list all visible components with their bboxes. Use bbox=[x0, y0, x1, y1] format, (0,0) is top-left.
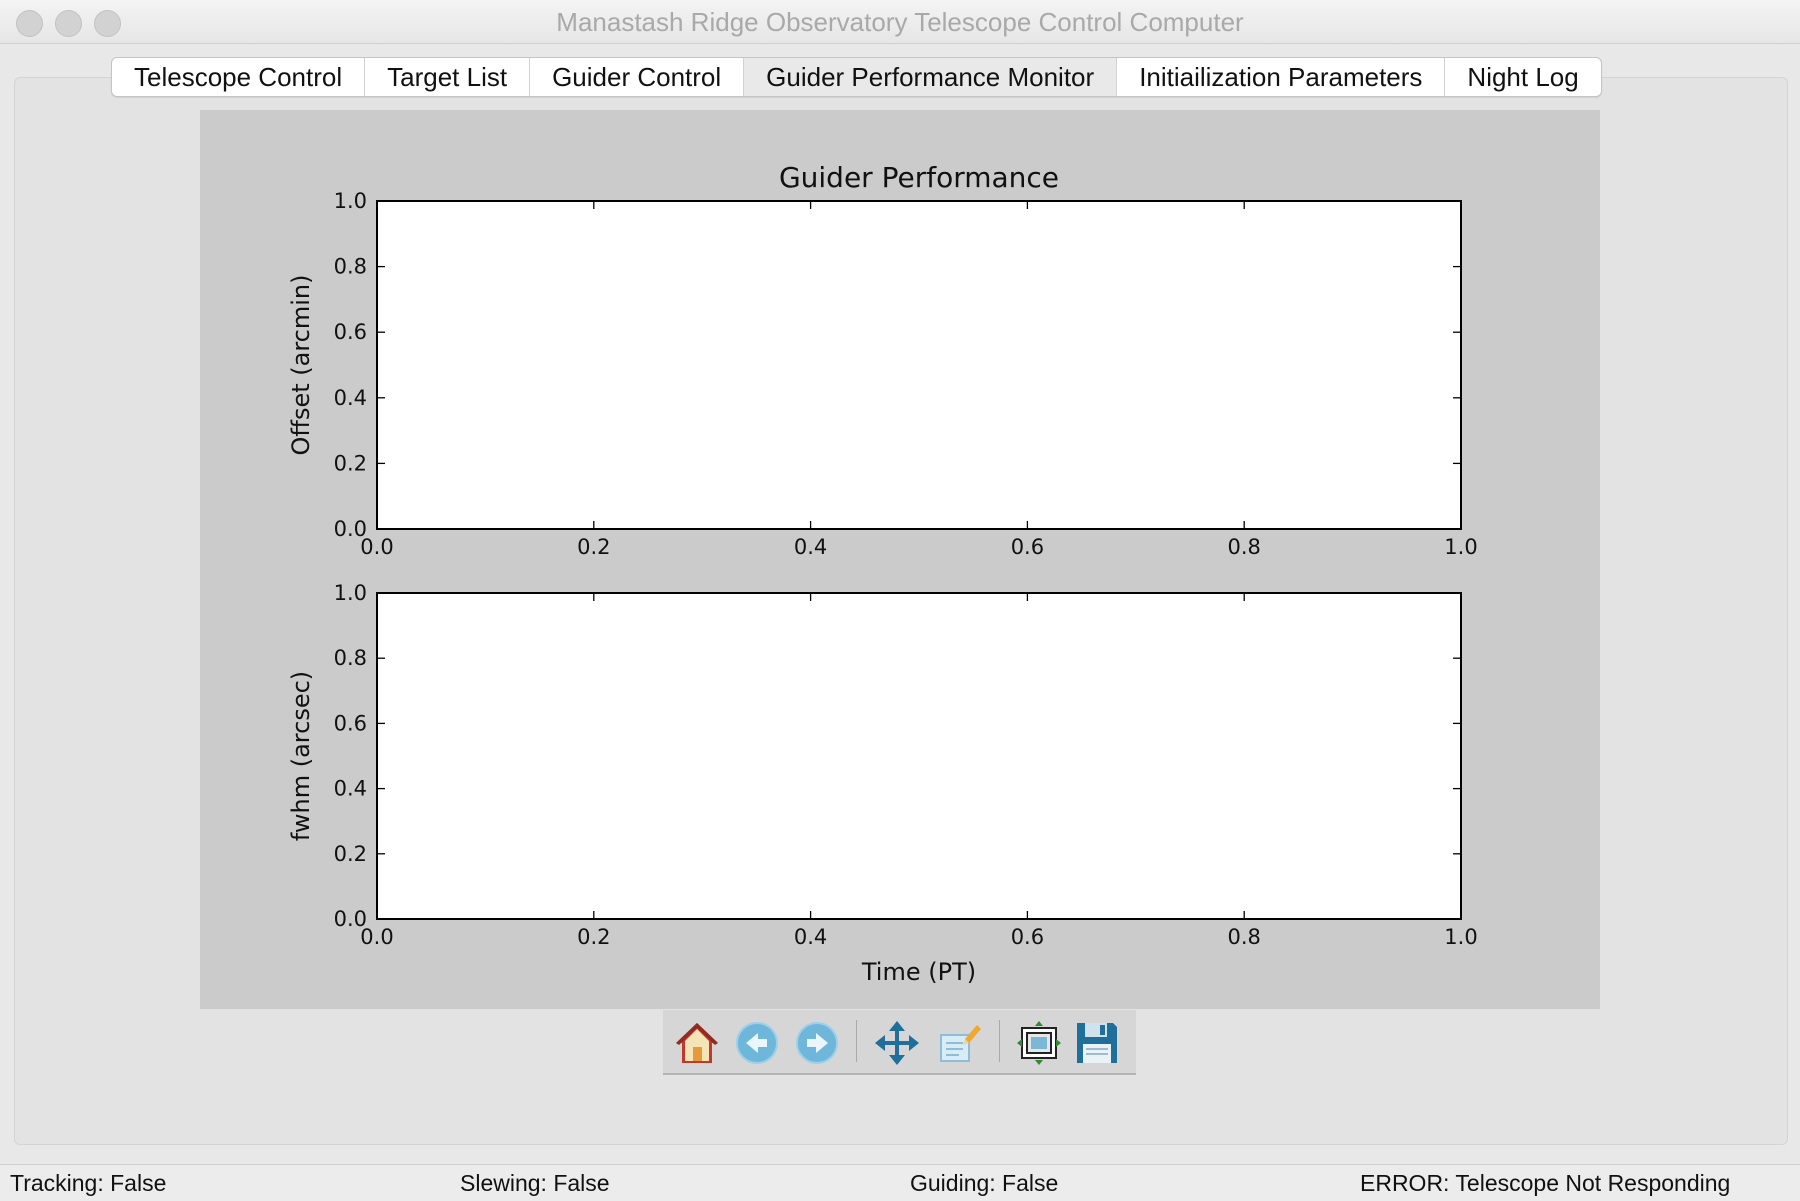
figure-canvas: 0.0 0.2 0.4 0.6 0.8 1.0 0.0 0.2 0.4 0.6 0.8 1.0 Offs… bbox=[287, 161, 1478, 986]
chart2-ytick-label: 0.4 bbox=[334, 777, 367, 801]
status-bar: Tracking: False Slewing: False Guiding: … bbox=[0, 1164, 1800, 1201]
pan-move-icon[interactable] bbox=[873, 1019, 921, 1067]
chart2-xtick-label: 0.8 bbox=[1227, 925, 1260, 949]
chart1-xtick-label: 0.4 bbox=[794, 535, 827, 559]
window-title-bar: Manastash Ridge Observatory Telescope Co… bbox=[0, 0, 1800, 44]
chart2-xtick-label: 0.4 bbox=[794, 925, 827, 949]
chart2-xtick-label: 0.2 bbox=[577, 925, 610, 949]
chart2-ytick-label: 1.0 bbox=[334, 581, 367, 605]
tracking-status: Tracking: False bbox=[10, 1170, 167, 1196]
window-title: Manastash Ridge Observatory Telescope Co… bbox=[556, 7, 1244, 37]
chart1-ytick-label: 0.8 bbox=[334, 255, 367, 279]
chart2-ytick-label: 0.8 bbox=[334, 646, 367, 670]
error-status: ERROR: Telescope Not Responding bbox=[1360, 1170, 1731, 1196]
chart1-ytick-label: 0.2 bbox=[334, 451, 367, 475]
chart1-plot-area bbox=[377, 201, 1461, 529]
chart1-title: Guider Performance bbox=[779, 161, 1059, 194]
chart2-ytick-label: 0.6 bbox=[334, 711, 367, 735]
chart1-xtick-label: 0.6 bbox=[1011, 535, 1044, 559]
chart1-ytick-label: 0.4 bbox=[334, 386, 367, 410]
chart1-ytick-label: 0.6 bbox=[334, 320, 367, 344]
toolbar-separator bbox=[999, 1020, 1000, 1062]
chart2-x-axis-label: Time (PT) bbox=[861, 958, 976, 986]
tab-telescope-control[interactable]: Telescope Control bbox=[112, 58, 366, 96]
back-arrow-icon[interactable] bbox=[733, 1019, 781, 1067]
chart1-ytick-label: 1.0 bbox=[334, 189, 367, 213]
zoom-rect-icon[interactable] bbox=[935, 1019, 983, 1067]
tab-guider-control[interactable]: Guider Control bbox=[530, 58, 745, 96]
tab-night-log[interactable]: Night Log bbox=[1445, 58, 1600, 96]
slewing-status: Slewing: False bbox=[460, 1170, 610, 1196]
chart1-xtick-label: 1.0 bbox=[1444, 535, 1477, 559]
chart1-y-axis-label: Offset (arcmin) bbox=[287, 275, 315, 456]
chart2-plot-area bbox=[377, 593, 1461, 919]
tab-initialization-parameters[interactable]: Initiailization Parameters bbox=[1117, 58, 1446, 96]
guiding-status: Guiding: False bbox=[910, 1170, 1059, 1196]
chart2-xtick-label: 0.6 bbox=[1011, 925, 1044, 949]
tab-bar: Telescope Control Target List Guider Con… bbox=[111, 57, 1602, 97]
forward-arrow-icon[interactable] bbox=[793, 1019, 841, 1067]
tab-guider-performance-monitor[interactable]: Guider Performance Monitor bbox=[744, 58, 1118, 96]
guider-performance-figure: 0.0 0.2 0.4 0.6 0.8 1.0 0.0 0.2 0.4 0.6 0.8 1.0 Offs… bbox=[200, 110, 1600, 1009]
chart2-xtick-label: 1.0 bbox=[1444, 925, 1477, 949]
chart2-ytick-label: 0.0 bbox=[334, 907, 367, 931]
home-icon[interactable] bbox=[673, 1019, 721, 1067]
chart2-ytick-label: 0.2 bbox=[334, 842, 367, 866]
chart2-y-axis-label: fwhm (arcsec) bbox=[287, 671, 315, 841]
subplots-config-icon[interactable] bbox=[1015, 1019, 1063, 1067]
chart1-xtick-label: 0.8 bbox=[1227, 535, 1260, 559]
toolbar-separator bbox=[856, 1020, 857, 1062]
tab-target-list[interactable]: Target List bbox=[365, 58, 531, 96]
chart1-ytick-label: 0.0 bbox=[334, 517, 367, 541]
save-floppy-icon[interactable] bbox=[1073, 1019, 1121, 1067]
plot-navigation-toolbar bbox=[663, 1010, 1136, 1075]
chart1-xtick-label: 0.2 bbox=[577, 535, 610, 559]
